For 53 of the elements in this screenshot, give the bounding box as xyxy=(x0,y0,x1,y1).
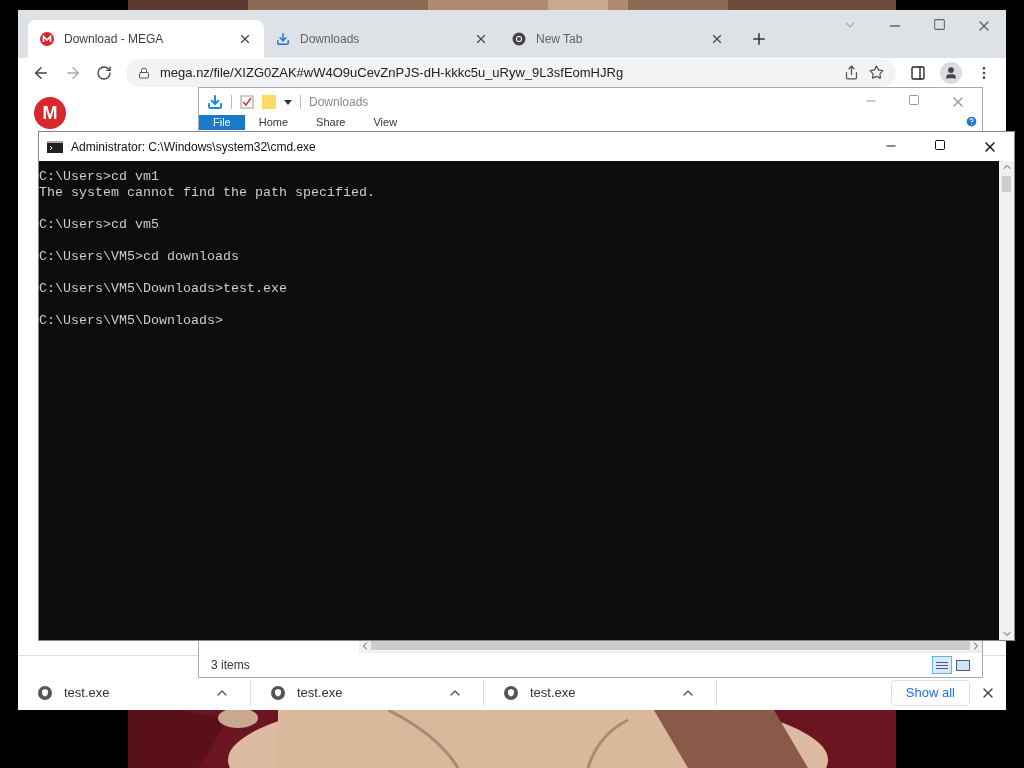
url-text: mega.nz/file/XIZG0ZAK#wW4O9uCevZnPJS-dH-kkkc5u_uRyw_9L3sfEomHJRg xyxy=(160,63,625,82)
bookmark-icon[interactable] xyxy=(869,65,884,80)
close-icon[interactable] xyxy=(238,32,252,46)
share-icon[interactable] xyxy=(844,65,859,80)
tab-title: Downloads xyxy=(300,31,361,48)
shield-icon xyxy=(504,686,518,700)
mega-logo[interactable]: M xyxy=(34,97,66,129)
tab-title: New Tab xyxy=(536,31,584,48)
download-item[interactable]: test.exe xyxy=(18,680,251,706)
download-icon[interactable] xyxy=(207,93,223,110)
maximize-icon[interactable] xyxy=(934,138,946,151)
console-output[interactable]: C:\Users>cd vm1 The system cannot find the path specified. C:\Users>cd vm5 C:\Users\VM5>cd downloads C:\Users\VM5\Downloads>test.exe C:\Users\VM5\Downloads> xyxy=(39,161,999,640)
file-name: test.exe xyxy=(297,684,344,703)
console-line: C:\Users>cd vm5 xyxy=(39,217,159,233)
new-tab-icon[interactable] xyxy=(750,30,768,48)
browser-tab[interactable]: New Tab xyxy=(500,20,736,58)
help-icon[interactable] xyxy=(965,115,978,128)
close-icon[interactable] xyxy=(710,32,724,46)
console-line: C:\Users>cd vm1 xyxy=(39,169,159,185)
side-panel-icon[interactable] xyxy=(910,64,926,81)
ribbon-tab[interactable]: File xyxy=(199,115,245,130)
file-name: test.exe xyxy=(64,684,111,703)
reload-icon[interactable] xyxy=(96,64,112,81)
download-icon xyxy=(276,32,290,46)
window-title: Administrator: C:\Windows\system32\cmd.exe xyxy=(71,138,317,156)
scroll-thumb[interactable] xyxy=(1002,176,1011,192)
details-view-icon[interactable] xyxy=(932,656,952,674)
mega-icon xyxy=(40,32,54,46)
checklist-icon[interactable] xyxy=(240,94,254,109)
browser-icon xyxy=(512,32,526,46)
console-line: C:\Users\VM5\Downloads>test.exe xyxy=(39,281,287,297)
shield-icon xyxy=(38,686,52,700)
browser-tab[interactable]: Download - MEGA xyxy=(28,20,264,58)
file-name: test.exe xyxy=(530,684,577,703)
show-all-button[interactable]: Show all xyxy=(890,680,970,706)
profile-icon[interactable] xyxy=(940,61,962,84)
browser-tab[interactable]: Downloads xyxy=(264,20,500,58)
lock-icon xyxy=(138,66,150,79)
close-icon[interactable] xyxy=(474,32,488,46)
console-line: C:\Users\VM5>cd downloads xyxy=(39,249,239,265)
tab-title: Download - MEGA xyxy=(64,31,165,48)
download-item[interactable]: test.exe xyxy=(251,680,484,706)
shield-icon xyxy=(271,686,285,700)
console-line: C:\Users\VM5\Downloads> xyxy=(39,313,223,329)
console-line: The system cannot find the path specified. xyxy=(39,185,375,201)
window-title: Downloads xyxy=(309,93,370,111)
download-item[interactable]: test.exe xyxy=(484,680,717,706)
console-icon xyxy=(47,140,63,153)
dropdown-icon[interactable] xyxy=(284,98,292,105)
vertical-scrollbar[interactable] xyxy=(999,161,1014,640)
thumbnail-view-icon[interactable] xyxy=(956,659,970,671)
address-bar[interactable]: mega.nz/file/XIZG0ZAK#wW4O9uCevZnPJS-dH-kkkc5u_uRyw_9L3sfEomHJRg xyxy=(126,58,896,87)
item-count: 3 items xyxy=(211,657,251,674)
